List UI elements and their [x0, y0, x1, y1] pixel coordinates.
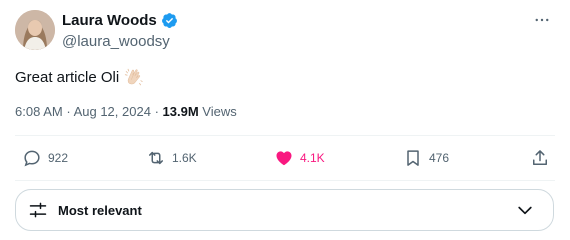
bookmark-count: 476 — [429, 151, 450, 165]
retweet-button[interactable]: 1.6K — [146, 136, 197, 180]
reply-button[interactable]: 922 — [22, 136, 68, 180]
tweet-time[interactable]: 6:08 AM — [15, 104, 63, 119]
retweet-count: 1.6K — [172, 151, 197, 165]
sort-label: Most relevant — [58, 202, 142, 218]
more-options-button[interactable] — [532, 10, 552, 30]
author-name-text[interactable]: Laura Woods — [62, 12, 157, 29]
reply-icon — [24, 150, 40, 167]
avatar[interactable] — [15, 10, 55, 50]
sliders-icon — [29, 202, 47, 218]
like-button[interactable]: 4.1K — [274, 136, 325, 180]
clapping-hands-emoji-icon — [125, 68, 143, 86]
meta-separator: · — [154, 104, 159, 119]
action-bar: 922 1.6K 4.1K 476 — [0, 136, 570, 180]
tweet-card: Laura Woods @laura_woodsy Great article … — [0, 0, 570, 240]
like-count: 4.1K — [300, 151, 325, 165]
tweet-text: Great article Oli — [15, 66, 145, 88]
share-button[interactable] — [530, 136, 550, 180]
views-label: Views — [202, 104, 237, 119]
more-dots-icon — [535, 18, 549, 22]
meta-separator: · — [66, 104, 71, 119]
bookmark-icon — [407, 150, 419, 166]
bookmark-button[interactable]: 476 — [403, 136, 449, 180]
tweet-meta: 6:08 AM · Aug 12, 2024 · 13.9M Views — [15, 104, 237, 119]
heart-filled-icon — [276, 151, 292, 166]
retweet-icon — [149, 151, 163, 165]
author-handle[interactable]: @laura_woodsy — [62, 33, 170, 50]
verified-badge-icon — [161, 13, 177, 28]
avatar-image — [15, 10, 55, 50]
reply-sort-dropdown[interactable]: Most relevant — [15, 189, 554, 231]
tweet-date[interactable]: Aug 12, 2024 — [74, 104, 151, 119]
chevron-down-icon — [518, 206, 532, 215]
divider — [15, 180, 555, 181]
share-icon — [533, 150, 547, 165]
author-name[interactable]: Laura Woods — [62, 12, 178, 29]
tweet-text-content: Great article Oli — [15, 68, 120, 86]
reply-count: 922 — [48, 151, 69, 165]
views-count: 13.9M — [162, 104, 199, 119]
